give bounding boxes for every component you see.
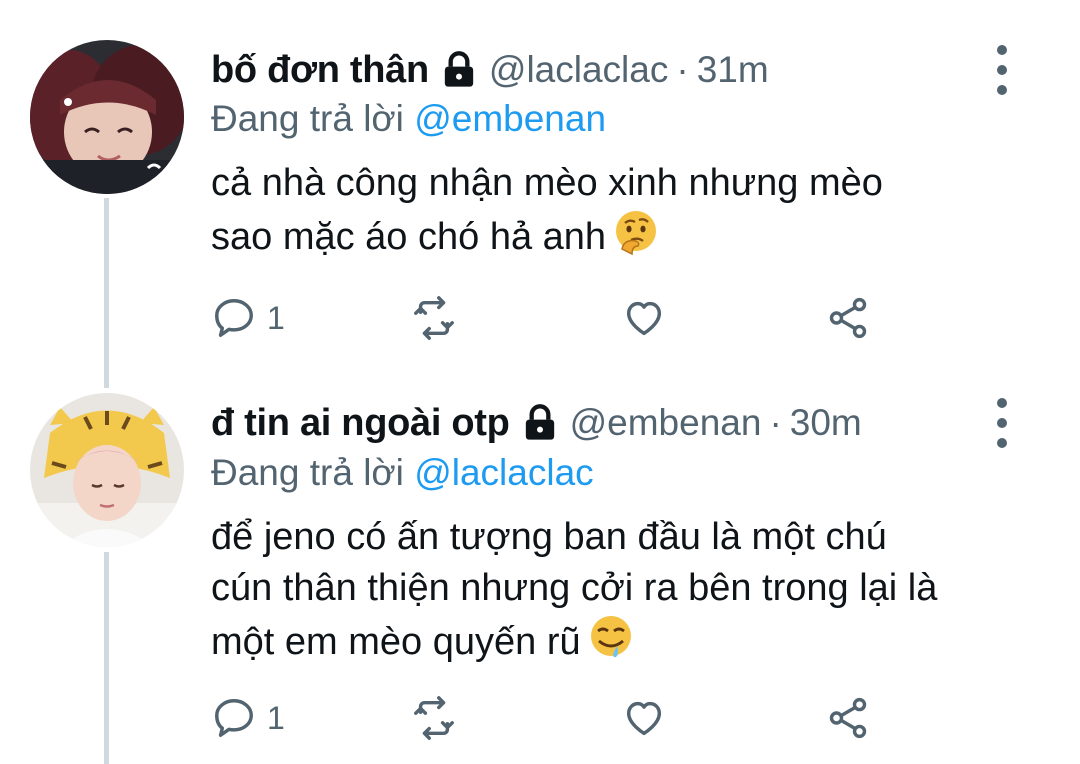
avatar-image	[30, 40, 184, 194]
retweet-button[interactable]	[411, 293, 457, 343]
reply-count: 1	[267, 299, 285, 336]
reply-count: 1	[267, 699, 285, 736]
reply-button[interactable]: 1	[211, 293, 285, 343]
tweet-text: để jeno có ấn tượng ban đầu là một chú c…	[211, 512, 1031, 668]
tweet-text: cả nhà công nhận mèo xinh nhưng mèo sao …	[211, 158, 1031, 263]
tweet-actions: 1	[211, 693, 911, 743]
handle[interactable]: @embenan	[570, 402, 762, 444]
more-options-icon[interactable]	[994, 398, 1010, 448]
heart-icon	[626, 301, 662, 336]
timestamp[interactable]: 31m	[697, 49, 769, 91]
thread-line	[104, 552, 109, 764]
lock-icon	[525, 404, 554, 440]
more-options-icon[interactable]	[994, 45, 1010, 95]
retweet-icon	[414, 296, 454, 340]
tweet-header: đ tin ai ngoài otp @embenan · 30m	[211, 393, 862, 453]
reply-icon	[215, 299, 253, 337]
share-button[interactable]	[825, 293, 871, 343]
replying-to: Đang trả lời @embenan	[211, 98, 606, 140]
avatar-image	[30, 393, 184, 547]
like-button[interactable]	[621, 293, 667, 343]
tweet-header: bố đơn thân @laclaclac · 31m	[211, 40, 769, 100]
tweet-text-fragment: một em mèo quyến rũ	[211, 621, 581, 663]
replying-mention[interactable]: @embenan	[414, 98, 606, 139]
tweet-text-line: một em mèo quyến rũ	[211, 614, 1031, 668]
retweet-button[interactable]	[411, 693, 457, 743]
tweet-text-line: cún thân thiện nhưng cởi ra bên trong lạ…	[211, 567, 938, 609]
share-button[interactable]	[825, 693, 871, 743]
replying-prefix: Đang trả lời	[211, 98, 404, 139]
heart-icon	[626, 701, 662, 736]
tweet-text-fragment: sao mặc áo chó hả anh	[211, 216, 607, 258]
handle[interactable]: @laclaclac	[489, 49, 668, 91]
avatar[interactable]	[30, 393, 184, 547]
retweet-icon	[414, 696, 454, 740]
tweet-actions: 1	[211, 293, 911, 343]
drooling-face-icon	[590, 616, 631, 658]
tweet-text-line: sao mặc áo chó hả anh	[211, 209, 1031, 263]
display-name[interactable]: bố đơn thân	[211, 49, 429, 92]
display-name[interactable]: đ tin ai ngoài otp	[211, 402, 510, 445]
replying-prefix: Đang trả lời	[211, 452, 404, 493]
avatar[interactable]	[30, 40, 184, 194]
separator: ·	[769, 402, 782, 443]
tweet-text-line: để jeno có ấn tượng ban đầu là một chú	[211, 516, 887, 558]
tweet-text-line: cả nhà công nhận mèo xinh nhưng mèo	[211, 162, 883, 204]
replying-to: Đang trả lời @laclaclac	[211, 452, 594, 494]
timestamp[interactable]: 30m	[790, 402, 862, 444]
reply-button[interactable]: 1	[211, 693, 285, 743]
share-icon	[829, 697, 867, 739]
replying-mention[interactable]: @laclaclac	[414, 452, 593, 493]
separator: ·	[676, 49, 689, 90]
thinking-face-icon	[616, 211, 657, 256]
tweet[interactable]: bố đơn thân @laclaclac · 31m Đang trả lờ…	[0, 0, 1080, 380]
share-icon	[829, 297, 867, 339]
like-button[interactable]	[621, 693, 667, 743]
lock-icon	[444, 51, 474, 87]
reply-icon	[215, 699, 253, 737]
